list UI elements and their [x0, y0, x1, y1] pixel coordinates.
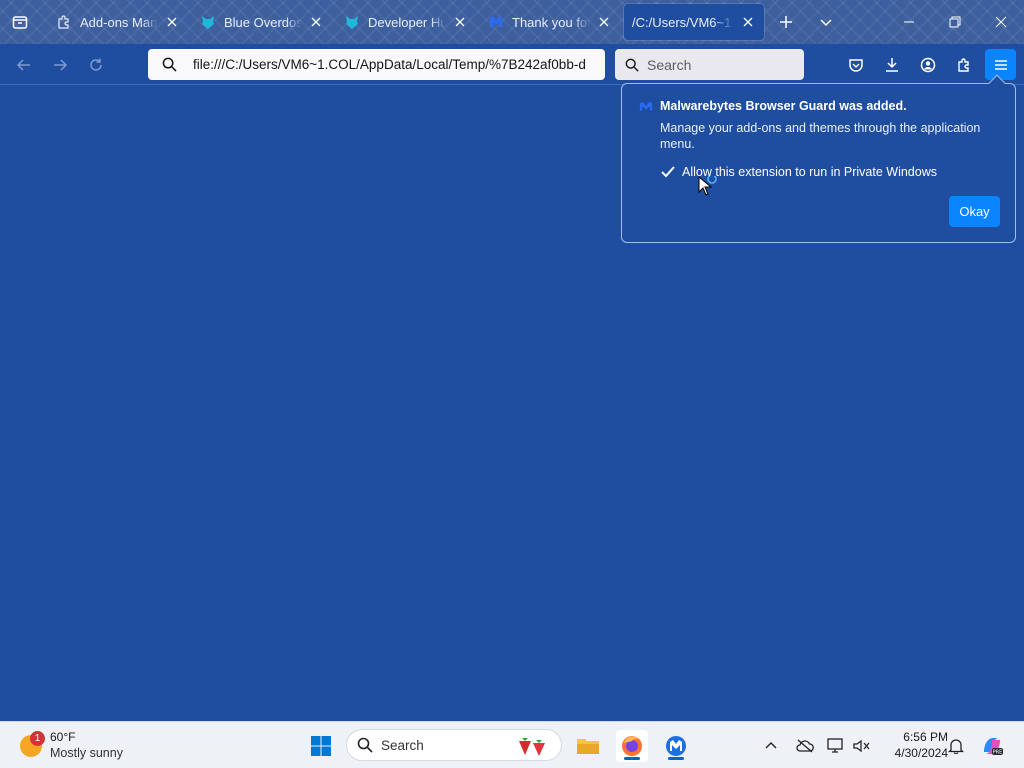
private-windows-checkbox[interactable] — [660, 164, 676, 180]
back-button[interactable] — [9, 50, 39, 80]
reload-icon — [90, 58, 102, 71]
search-icon — [162, 57, 177, 72]
account-icon — [920, 57, 936, 73]
file-explorer-button[interactable] — [572, 730, 604, 762]
downloads-button[interactable] — [877, 50, 907, 80]
close-icon — [995, 16, 1007, 28]
clock-date: 4/30/2024 — [894, 746, 948, 760]
notification-badge: 1 — [30, 731, 45, 746]
extensions-button[interactable] — [949, 50, 979, 80]
pocket-icon — [849, 59, 863, 72]
close-tab-icon[interactable] — [164, 14, 180, 30]
close-tab-icon[interactable] — [740, 14, 756, 30]
close-tab-icon[interactable] — [452, 14, 468, 30]
weather-widget[interactable]: 1 60°F Mostly sunny — [18, 729, 158, 763]
close-tab-icon[interactable] — [308, 14, 324, 30]
copilot-icon: PRE — [984, 738, 1003, 756]
tab-bar: Add-ons Manager Blue Overdose Theme Deve… — [0, 0, 1024, 44]
windows-logo-icon — [311, 736, 331, 756]
folder-icon — [577, 739, 599, 754]
address-url: file:///C:/Users/VM6~1.COL/AppData/Local… — [193, 57, 586, 72]
search-bar[interactable]: Search — [615, 49, 804, 80]
addon-installed-popup: Malwarebytes Browser Guard was added. Ma… — [621, 74, 1016, 243]
weather-temperature: 60°F — [50, 730, 76, 744]
tab-add-ons-manager[interactable]: Add-ons Manager — [48, 4, 188, 40]
minimize-button[interactable] — [895, 8, 923, 36]
speaker-muted-icon — [853, 739, 870, 753]
search-icon — [625, 58, 639, 72]
address-bar[interactable]: file:///C:/Users/VM6~1.COL/AppData/Local… — [148, 49, 605, 80]
malwarebytes-icon — [488, 14, 504, 30]
pocket-button[interactable] — [841, 50, 871, 80]
tab-developer-hub[interactable]: Developer Hub — [336, 4, 476, 40]
list-all-tabs-button[interactable] — [812, 8, 840, 36]
download-icon — [886, 58, 898, 72]
fox-icon — [344, 14, 360, 30]
copilot-button[interactable]: PRE — [976, 730, 1008, 762]
tab-title: Thank you for downloading — [512, 14, 590, 30]
clock-time: 6:56 PM — [903, 730, 948, 744]
tab-active-file[interactable]: /C:/Users/VM6~1.COL/AppData — [624, 4, 764, 40]
onedrive-tray-button[interactable] — [791, 730, 819, 762]
malwarebytes-taskbar-button[interactable] — [660, 730, 692, 762]
restore-button[interactable] — [941, 8, 969, 36]
windows-taskbar: 1 60°F Mostly sunny Search 6:56 PM 4/30/… — [0, 721, 1024, 768]
notifications-button[interactable] — [942, 730, 970, 762]
start-button[interactable] — [305, 730, 337, 762]
taskbar-search-label: Search — [381, 737, 424, 753]
display-tray-button[interactable] — [822, 730, 850, 762]
okay-button[interactable]: Okay — [949, 196, 1000, 227]
tab-thank-you[interactable]: Thank you for downloading — [480, 4, 620, 40]
popup-description: Manage your add-ons and themes through t… — [660, 121, 981, 151]
weather-condition: Mostly sunny — [50, 746, 123, 760]
close-tab-icon[interactable] — [596, 14, 612, 30]
monitor-icon — [827, 738, 843, 753]
navigation-toolbar: file:///C:/Users/VM6~1.COL/AppData/Local… — [0, 44, 1024, 85]
application-menu-button[interactable] — [985, 49, 1016, 80]
plus-icon — [780, 16, 792, 28]
restore-icon — [949, 16, 961, 28]
firefox-taskbar-button[interactable] — [616, 730, 648, 762]
private-windows-label[interactable]: Allow this extension to run in Private W… — [682, 165, 937, 179]
search-placeholder: Search — [647, 56, 692, 73]
show-hidden-icons-button[interactable] — [757, 730, 785, 762]
popup-heading: Malwarebytes Browser Guard was added. — [660, 99, 907, 113]
bell-icon — [948, 739, 964, 754]
new-tab-button[interactable] — [772, 8, 800, 36]
strawberry-icon — [519, 738, 545, 756]
checkmark-icon — [661, 166, 675, 178]
search-icon — [357, 737, 373, 753]
running-indicator — [624, 757, 640, 760]
taskbar-search[interactable]: Search — [346, 729, 562, 761]
reload-button[interactable] — [81, 50, 111, 80]
system-clock[interactable]: 6:56 PM 4/30/2024 — [878, 729, 948, 761]
close-window-button[interactable] — [987, 8, 1015, 36]
puzzle-icon — [958, 58, 969, 72]
chevron-up-icon — [765, 742, 777, 749]
cloud-offline-icon — [796, 739, 814, 753]
firefox-icon — [622, 736, 642, 756]
hamburger-menu-icon — [994, 59, 1007, 70]
forward-button[interactable] — [45, 50, 75, 80]
firefox-view-button[interactable] — [6, 8, 34, 36]
chevron-down-icon — [820, 19, 832, 27]
volume-tray-button[interactable] — [848, 730, 876, 762]
minimize-icon — [904, 21, 914, 23]
forward-arrow-icon — [54, 59, 68, 71]
tab-title: /C:/Users/VM6~1.COL/AppData — [632, 14, 734, 30]
tab-title: Blue Overdose Theme — [224, 14, 302, 30]
account-button[interactable] — [913, 50, 943, 80]
tab-title: Developer Hub — [368, 14, 446, 30]
svg-text:PRE: PRE — [993, 750, 1003, 756]
tab-title: Add-ons Manager — [80, 14, 158, 30]
fox-icon — [200, 14, 216, 30]
puzzle-icon — [56, 14, 72, 30]
firefox-view-icon — [12, 16, 28, 29]
mouse-cursor-icon — [698, 176, 717, 196]
malwarebytes-icon — [639, 101, 653, 111]
running-indicator — [668, 757, 684, 760]
malwarebytes-icon — [666, 736, 686, 756]
back-arrow-icon — [16, 59, 30, 71]
tab-blue-overdose-theme[interactable]: Blue Overdose Theme — [192, 4, 332, 40]
